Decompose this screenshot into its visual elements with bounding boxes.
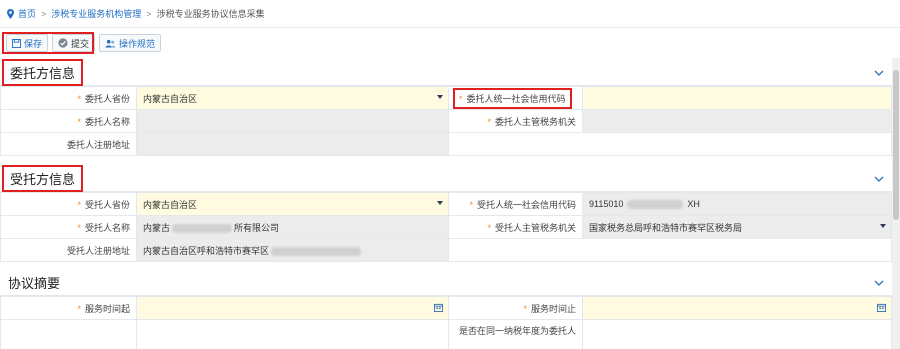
breadcrumb-level1-link[interactable]: 涉税专业服务机构管理 <box>51 7 141 20</box>
client-info-section: 委托方信息 * 委托人省份 内蒙古自治区 * 委托人统一社会信用代码 * 委托人名称 … <box>0 59 892 156</box>
vertical-scrollbar[interactable] <box>892 58 900 349</box>
buttons-highlight-box <box>2 32 94 54</box>
breadcrumb: 首页 > 涉税专业服务机构管理 > 涉税专业服务协议信息采集 <box>0 0 900 28</box>
agreement-summary-section: 协议摘要 * 服务时间起 * 服务时间止 是否在同一纳税年度为委托人 <box>0 270 892 349</box>
scrollbar-thumb[interactable] <box>893 70 899 220</box>
agreement-summary-form: * 服务时间起 * 服务时间止 是否在同一纳税年度为委托人 <box>0 296 892 349</box>
operation-guide-label: 操作规范 <box>119 38 156 49</box>
agent-info-title: 受托方信息 <box>2 165 84 192</box>
summary-empty-field <box>136 319 449 349</box>
service-start-label: * 服务时间起 <box>0 296 137 320</box>
client-info-header[interactable]: 委托方信息 <box>0 59 892 86</box>
breadcrumb-home-link[interactable]: 首页 <box>18 7 36 20</box>
chevron-down-icon[interactable] <box>874 70 884 76</box>
client-name-label: * 委托人名称 <box>0 109 137 133</box>
credit-code-label-highlight: * 委托人统一社会信用代码 <box>453 87 572 109</box>
agent-info-header[interactable]: 受托方信息 <box>0 165 892 192</box>
client-address-field <box>136 132 449 156</box>
client-info-title: 委托方信息 <box>2 59 84 86</box>
client-name-field <box>136 109 449 133</box>
agent-province-label: * 受托人省份 <box>0 192 137 216</box>
service-end-label: * 服务时间止 <box>448 296 583 320</box>
client-province-label: * 委托人省份 <box>0 86 137 110</box>
agent-info-section: 受托方信息 * 受托人省份 内蒙古自治区 * 受托人统一社会信用代码 9115010… <box>0 165 892 262</box>
dropdown-arrow-icon <box>880 224 886 228</box>
agent-credit-code-label: * 受托人统一社会信用代码 <box>448 192 583 216</box>
agent-credit-code-field: 9115010 XH <box>582 192 892 216</box>
calendar-icon[interactable] <box>434 303 443 312</box>
agent-name-field: 内蒙古 所有限公司 <box>136 215 449 239</box>
agent-address-spacer <box>448 238 892 262</box>
agreement-summary-title: 协议摘要 <box>8 276 61 291</box>
agent-address-label: 受托人注册地址 <box>0 238 137 262</box>
redacted-blur <box>627 200 684 210</box>
client-address-spacer <box>448 132 892 156</box>
redacted-blur <box>271 246 362 256</box>
client-credit-code-input[interactable] <box>582 86 892 110</box>
breadcrumb-separator: > <box>146 8 152 19</box>
breadcrumb-current: 涉税专业服务协议信息采集 <box>156 9 265 19</box>
agent-info-form: * 受托人省份 内蒙古自治区 * 受托人统一社会信用代码 9115010 XH * 受托… <box>0 192 892 262</box>
toolbar: 保存 提交 操作规范 <box>0 30 900 56</box>
agent-name-label: * 受托人名称 <box>0 215 137 239</box>
same-tax-year-field[interactable] <box>582 319 892 349</box>
chevron-down-icon[interactable] <box>874 176 884 182</box>
dropdown-arrow-icon <box>437 201 443 205</box>
agreement-summary-header[interactable]: 协议摘要 <box>0 270 892 296</box>
users-icon <box>105 39 116 48</box>
agent-tax-authority-label: * 受托人主管税务机关 <box>448 215 583 239</box>
service-end-date-input[interactable] <box>582 296 892 320</box>
service-start-date-input[interactable] <box>136 296 449 320</box>
client-tax-authority-label: * 委托人主管税务机关 <box>448 109 583 133</box>
client-tax-authority-field <box>582 109 892 133</box>
client-credit-code-label: * 委托人统一社会信用代码 <box>448 86 583 110</box>
summary-empty-label <box>0 319 137 349</box>
chevron-down-icon[interactable] <box>874 280 884 286</box>
client-province-select[interactable]: 内蒙古自治区 <box>136 86 449 110</box>
location-pin-icon <box>7 8 14 19</box>
operation-guide-button[interactable]: 操作规范 <box>99 34 162 52</box>
dropdown-arrow-icon <box>437 95 443 99</box>
redacted-blur <box>172 223 233 233</box>
client-address-label: 委托人注册地址 <box>0 132 137 156</box>
agent-tax-authority-select[interactable]: 国家税务总局呼和浩特市赛罕区税务局 <box>582 215 892 239</box>
agent-province-select[interactable]: 内蒙古自治区 <box>136 192 449 216</box>
breadcrumb-separator: > <box>41 8 47 19</box>
client-info-form: * 委托人省份 内蒙古自治区 * 委托人统一社会信用代码 * 委托人名称 * 委托人主管… <box>0 86 892 156</box>
agent-address-field: 内蒙古自治区呼和浩特市赛罕区 <box>136 238 449 262</box>
same-tax-year-label: 是否在同一纳税年度为委托人 <box>448 319 583 349</box>
calendar-icon[interactable] <box>877 303 886 312</box>
